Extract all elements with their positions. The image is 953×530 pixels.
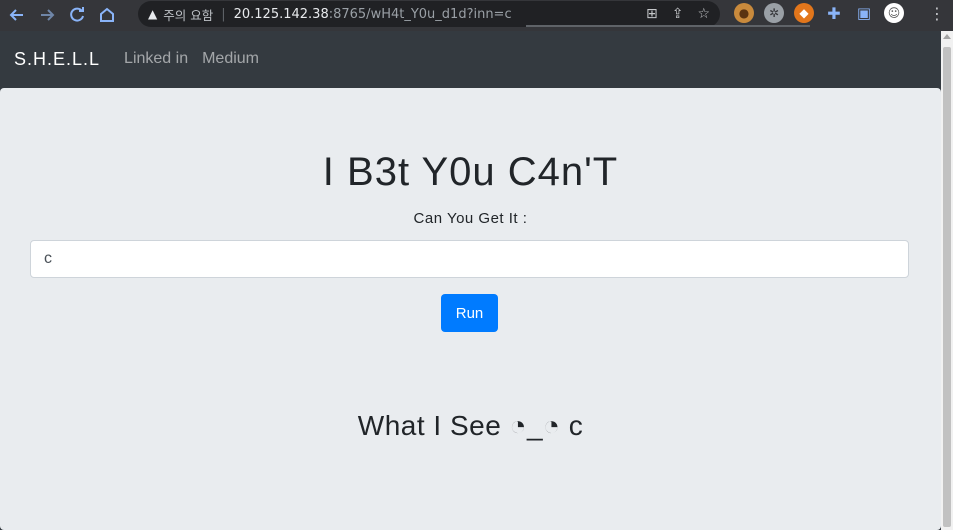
nav-link-medium[interactable]: Medium	[202, 50, 259, 68]
extensions-area: ● ✲ ◆ ✚ ▣ ☺	[734, 3, 904, 23]
url-divider: |	[221, 6, 226, 22]
run-button[interactable]: Run	[441, 294, 498, 332]
home-button[interactable]	[94, 2, 120, 28]
home-icon	[100, 7, 114, 22]
omnibox-scroll-indicator	[526, 25, 810, 27]
scrollbar-thumb[interactable]	[943, 47, 951, 527]
metamask-icon[interactable]: ◆	[794, 3, 814, 23]
not-secure-label: 주의 요함	[163, 7, 214, 23]
back-icon	[9, 9, 23, 21]
scroll-up-icon[interactable]	[943, 34, 951, 39]
result-output: What I See ◔_◔ c	[357, 410, 584, 441]
url-host: 20.125.142.38	[233, 6, 329, 22]
translate-icon[interactable]: ⊞	[646, 5, 658, 23]
star-icon[interactable]: ☆	[697, 5, 710, 23]
extension-icon[interactable]: ✲	[764, 3, 784, 23]
omnibox-actions: ⊞ ⇪ ☆	[646, 5, 710, 23]
input-label: Can You Get It :	[413, 210, 528, 227]
scrollbar[interactable]	[941, 31, 953, 530]
warning-icon: ▲	[148, 7, 158, 21]
page-title: I B3t Y0u C4n'T	[322, 150, 619, 194]
sidepanel-icon[interactable]: ▣	[854, 3, 874, 23]
profile-avatar[interactable]: ☺	[884, 3, 904, 23]
forward-button[interactable]	[34, 2, 60, 28]
address-bar[interactable]: ▲ 주의 요함 | 20.125.142.38:8765/wH4t_Y0u_d1…	[138, 1, 810, 27]
navbar-brand[interactable]: S.H.E.L.L	[14, 49, 100, 70]
jumbotron: I B3t Y0u C4n'T Can You Get It : Run Wha…	[0, 88, 941, 530]
puzzle-icon[interactable]: ✚	[824, 3, 844, 23]
navbar: S.H.E.L.L Linked in Medium	[0, 31, 941, 87]
cookie-extension-icon[interactable]: ●	[734, 3, 754, 23]
page: S.H.E.L.L Linked in Medium I B3t Y0u C4n…	[0, 31, 941, 530]
menu-icon[interactable]: ⋮	[929, 5, 945, 23]
reload-icon	[70, 7, 84, 22]
share-icon[interactable]: ⇪	[672, 5, 684, 23]
browser-toolbar: ▲ 주의 요함 | 20.125.142.38:8765/wH4t_Y0u_d1…	[0, 0, 953, 30]
back-button[interactable]	[4, 2, 30, 28]
url-path: :8765/wH4t_Y0u_d1d?inn=c	[328, 6, 512, 22]
nav-link-linkedin[interactable]: Linked in	[124, 50, 188, 68]
reload-button[interactable]	[64, 2, 90, 28]
forward-icon	[41, 9, 55, 21]
command-input[interactable]	[30, 240, 909, 278]
